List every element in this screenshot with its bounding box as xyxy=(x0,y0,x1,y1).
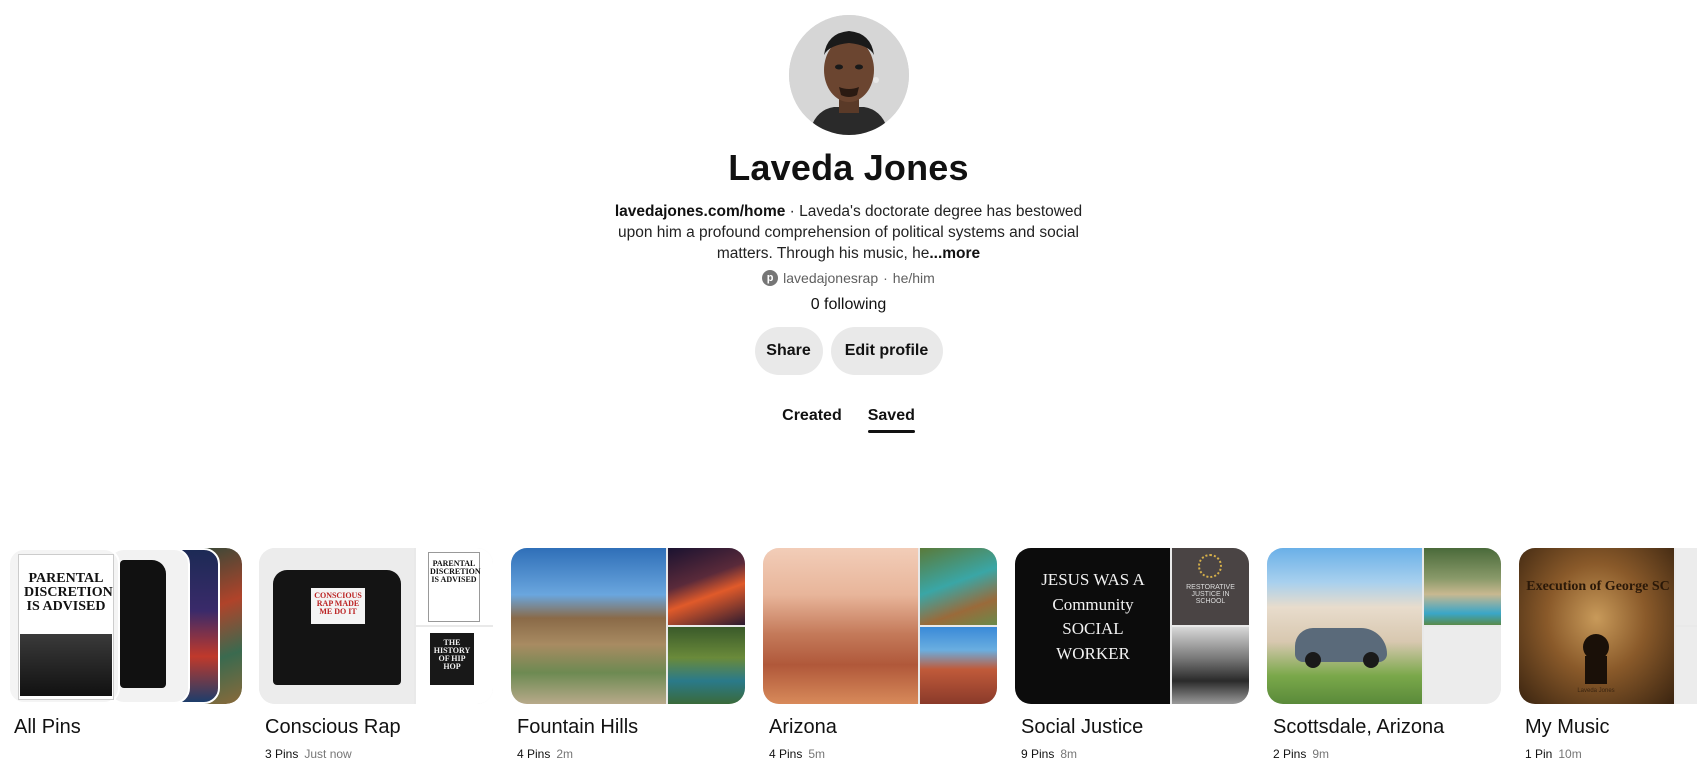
board-title: Fountain Hills xyxy=(517,716,639,738)
profile-name: Laveda Jones xyxy=(728,147,969,188)
cover-image: JESUS WAS A Community SOCIAL WORKER xyxy=(1015,548,1170,704)
profile-website-link[interactable]: lavedajones.com/home xyxy=(615,203,786,220)
cover-image xyxy=(920,627,997,704)
profile-header: Laveda Jones lavedajones.com/home · Lave… xyxy=(0,0,1697,433)
board-pin-count: 3 Pins xyxy=(265,747,299,761)
board-title: Social Justice xyxy=(1021,716,1144,738)
edit-profile-button[interactable]: Edit profile xyxy=(830,327,943,375)
profile-pronouns: he/him xyxy=(892,270,935,286)
tab-created[interactable]: Created xyxy=(782,407,842,433)
board-pin-count: 4 Pins xyxy=(517,747,551,761)
avatar[interactable] xyxy=(788,15,909,135)
board-cover: PARENTAL DISCRETION IS ADVISED xyxy=(8,548,242,704)
board-title: My Music xyxy=(1525,716,1610,738)
board-cover xyxy=(763,548,997,704)
cover-caption-text: RESTORATIVE JUSTICE IN SCHOOL xyxy=(1186,584,1235,605)
board-social-justice[interactable]: JESUS WAS A Community SOCIAL WORKER REST… xyxy=(1015,548,1249,761)
board-meta: 2 Pins 9m xyxy=(1267,747,1501,761)
cover-image xyxy=(511,548,666,704)
cover-image: PARENTAL DISCRETION IS ADVISED xyxy=(8,548,120,704)
cover-poster-text: PARENTAL DISCRETION IS ADVISED xyxy=(24,571,113,614)
cover-image xyxy=(763,548,918,704)
board-pin-count: 1 Pin xyxy=(1525,747,1553,761)
board-updated-time: 9m xyxy=(1312,747,1330,761)
board-pin-count: 4 Pins xyxy=(769,747,803,761)
bio-separator: · xyxy=(785,203,800,220)
share-button[interactable]: Share xyxy=(754,327,823,375)
profile-bio: lavedajones.com/home · Laveda's doctorat… xyxy=(604,201,1094,264)
cover-image xyxy=(1267,548,1422,704)
cover-image xyxy=(1172,627,1249,704)
board-meta: 3 Pins Just now xyxy=(259,747,493,761)
meta-separator: · xyxy=(883,270,888,286)
board-meta: 4 Pins 5m xyxy=(763,747,997,761)
cover-image: Execution of George SC Laveda Jones xyxy=(1519,548,1674,704)
cover-image-placeholder xyxy=(1676,627,1697,704)
board-meta: 1 Pin 10m xyxy=(1519,747,1697,761)
following-count[interactable]: 0 following xyxy=(811,296,887,314)
avatar-image xyxy=(788,15,909,135)
cover-image xyxy=(1424,548,1501,625)
board-pin-count: 2 Pins xyxy=(1273,747,1307,761)
board-updated-time: 10m xyxy=(1558,747,1582,761)
board-meta: 4 Pins 2m xyxy=(511,747,745,761)
pinterest-logo-icon: p xyxy=(762,270,779,286)
board-title: Arizona xyxy=(769,716,837,738)
cover-image xyxy=(108,548,190,704)
board-cover: CONSCIOUS RAP MADE ME DO IT PARENTAL DIS… xyxy=(259,548,493,704)
bio-more-link[interactable]: ...more xyxy=(929,245,980,262)
cover-image: THE HISTORY OF HIP HOP xyxy=(416,627,493,704)
cover-image: CONSCIOUS RAP MADE ME DO IT xyxy=(259,548,414,704)
tab-saved[interactable]: Saved xyxy=(867,407,916,433)
cover-poster-text: PARENTAL DISCRETION IS ADVISED xyxy=(430,559,481,584)
board-cover xyxy=(511,548,745,704)
cover-image xyxy=(668,627,745,704)
board-updated-time: Just now xyxy=(304,747,352,761)
board-updated-time: 8m xyxy=(1060,747,1078,761)
boards-grid: PARENTAL DISCRETION IS ADVISED All Pins … xyxy=(0,548,1697,763)
cover-album-title: Execution of George SC xyxy=(1526,580,1670,594)
board-conscious-rap[interactable]: CONSCIOUS RAP MADE ME DO IT PARENTAL DIS… xyxy=(259,548,493,761)
profile-username: lavedajonesrap xyxy=(783,270,879,286)
profile-actions: Share Edit profile xyxy=(754,327,943,375)
board-pin-count: 9 Pins xyxy=(1021,747,1055,761)
board-cover: Execution of George SC Laveda Jones xyxy=(1519,548,1697,704)
cover-image: PARENTAL DISCRETION IS ADVISED xyxy=(416,548,493,625)
board-scottsdale-arizona[interactable]: Scottsdale, Arizona 2 Pins 9m xyxy=(1267,548,1501,761)
board-meta: 9 Pins 8m xyxy=(1015,747,1249,761)
cover-image-placeholder xyxy=(1424,627,1501,704)
cover-image xyxy=(920,548,997,625)
board-cover: JESUS WAS A Community SOCIAL WORKER REST… xyxy=(1015,548,1249,704)
cover-book-text: THE HISTORY OF HIP HOP xyxy=(433,638,471,671)
board-title: All Pins xyxy=(14,716,81,738)
cover-image xyxy=(668,548,745,625)
cover-quote-text: JESUS WAS A Community SOCIAL WORKER xyxy=(1041,570,1145,663)
board-cover xyxy=(1267,548,1501,704)
board-updated-time: 5m xyxy=(808,747,826,761)
cover-image-placeholder xyxy=(1676,548,1697,625)
board-arizona[interactable]: Arizona 4 Pins 5m xyxy=(763,548,997,761)
cover-image: RESTORATIVE JUSTICE IN SCHOOL xyxy=(1172,548,1249,625)
board-title: Conscious Rap xyxy=(265,716,401,738)
board-title: Scottsdale, Arizona xyxy=(1273,716,1445,738)
cover-shirt-text: CONSCIOUS RAP MADE ME DO IT xyxy=(314,591,362,616)
board-my-music[interactable]: Execution of George SC Laveda Jones My M… xyxy=(1519,548,1697,761)
board-fountain-hills[interactable]: Fountain Hills 4 Pins 2m xyxy=(511,548,745,761)
board-updated-time: 2m xyxy=(556,747,574,761)
board-all-pins[interactable]: PARENTAL DISCRETION IS ADVISED All Pins xyxy=(8,548,242,739)
cover-album-artist: Laveda Jones xyxy=(1577,688,1615,694)
profile-tabs: Created Saved xyxy=(782,407,916,433)
profile-meta: p lavedajonesrap · he/him xyxy=(762,270,935,286)
